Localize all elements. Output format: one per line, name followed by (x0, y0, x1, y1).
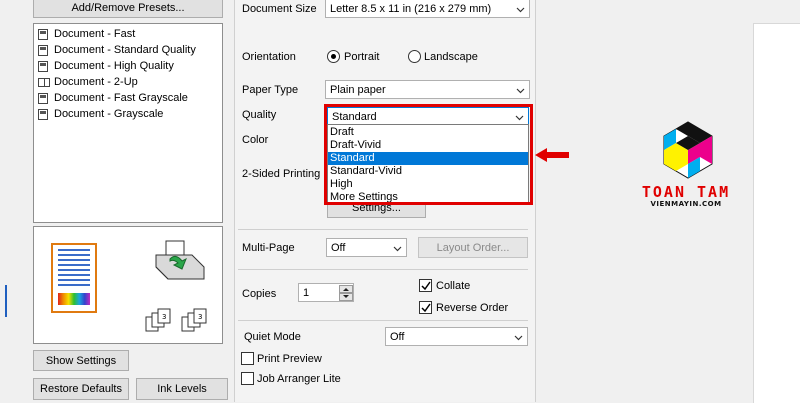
collate-checkbox[interactable] (419, 279, 432, 292)
quiet-mode-label: Quiet Mode (244, 331, 301, 343)
document-size-value: Letter 8.5 x 11 in (216 x 279 mm) (330, 2, 492, 15)
job-arranger-checkbox[interactable] (241, 372, 254, 385)
quiet-mode-value: Off (390, 330, 405, 343)
portrait-label: Portrait (344, 51, 380, 63)
chevron-down-icon (516, 7, 525, 13)
logo-site-url: VIENMAYIN.COM (650, 200, 722, 208)
add-remove-presets-button[interactable]: Add/Remove Presets... (33, 0, 223, 18)
reverse-order-checkbox[interactable] (419, 301, 432, 314)
multi-page-select[interactable]: Off (326, 238, 407, 257)
preset-label: Document - Fast (54, 28, 136, 40)
collate-pages-icon: 3 3 (145, 308, 207, 332)
copies-decrement-button[interactable] (339, 293, 353, 301)
copies-stepper[interactable]: 1 (298, 283, 354, 302)
paper-type-value: Plain paper (330, 83, 386, 96)
copies-label: Copies (242, 288, 277, 300)
preset-label: Document - 2-Up (54, 76, 138, 88)
document-size-select[interactable]: Letter 8.5 x 11 in (216 x 279 mm) (325, 0, 530, 18)
preset-item[interactable]: Document - High Quality (38, 58, 174, 74)
preset-item[interactable]: Document - 2-Up (38, 74, 138, 90)
svg-text:3: 3 (198, 313, 202, 321)
right-preview-panel (753, 23, 800, 403)
printer-icon (155, 240, 205, 280)
section-divider (238, 229, 528, 230)
color-label: Color (242, 134, 269, 146)
toan-tam-logo-icon (663, 121, 713, 179)
arrow-up-icon (343, 288, 349, 291)
collate-label: Collate (436, 280, 471, 292)
preset-item[interactable]: Document - Grayscale (38, 106, 163, 122)
landscape-label: Landscape (424, 51, 478, 63)
checkmark-icon (421, 303, 431, 313)
show-settings-button[interactable]: Show Settings (33, 350, 129, 371)
document-preset-icon (38, 44, 48, 56)
paper-type-select[interactable]: Plain paper (325, 80, 530, 99)
grayscale-preset-icon (38, 108, 48, 120)
multi-page-value: Off (331, 241, 346, 254)
print-preview-checkbox[interactable] (241, 352, 254, 365)
layout-order-button[interactable]: Layout Order... (418, 237, 528, 258)
document-preset-icon (38, 60, 48, 72)
restore-defaults-button[interactable]: Restore Defaults (33, 378, 129, 400)
section-divider (238, 320, 528, 321)
print-preview-box: 3 3 (33, 226, 223, 344)
paper-type-label: Paper Type (242, 84, 299, 96)
arrow-down-icon (343, 295, 349, 298)
logo-wordmark: TOAN TAM (641, 183, 731, 201)
preset-item[interactable]: Document - Standard Quality (38, 42, 196, 58)
document-preset-icon (38, 28, 48, 40)
two-up-preset-icon (38, 77, 50, 87)
page-thumbnail (51, 243, 97, 313)
section-divider (238, 269, 528, 270)
reverse-order-label: Reverse Order (436, 302, 509, 314)
preset-item[interactable]: Document - Fast Grayscale (38, 90, 188, 106)
print-preview-label: Print Preview (257, 353, 322, 365)
preset-label: Document - Fast Grayscale (54, 92, 188, 104)
chevron-down-icon (516, 88, 525, 94)
chevron-down-icon (514, 335, 523, 341)
preset-list[interactable]: Document - Fast Document - Standard Qual… (33, 23, 223, 223)
quiet-mode-select[interactable]: Off (385, 327, 528, 346)
annotation-arrow-icon (535, 148, 569, 162)
svg-text:3: 3 (162, 313, 166, 321)
preset-item[interactable]: Document - Fast (38, 26, 135, 42)
ink-levels-button[interactable]: Ink Levels (136, 378, 228, 400)
document-size-label: Document Size (242, 3, 317, 15)
portrait-radio[interactable] (327, 50, 340, 63)
preset-label: Document - Standard Quality (54, 44, 196, 56)
multi-page-label: Multi-Page (242, 242, 295, 254)
checkmark-icon (421, 281, 431, 291)
grayscale-preset-icon (38, 92, 48, 104)
two-sided-printing-label: 2-Sided Printing (242, 168, 321, 180)
quality-label: Quality (242, 109, 277, 121)
window-edge-marker (5, 285, 7, 317)
copies-increment-button[interactable] (339, 285, 353, 293)
preset-label: Document - Grayscale (54, 108, 164, 120)
chevron-down-icon (393, 246, 402, 252)
preset-label: Document - High Quality (54, 60, 174, 72)
copies-value: 1 (303, 287, 310, 299)
annotation-highlight-frame (324, 104, 533, 205)
job-arranger-label: Job Arranger Lite (257, 373, 341, 385)
orientation-label: Orientation (242, 51, 296, 63)
landscape-radio[interactable] (408, 50, 421, 63)
